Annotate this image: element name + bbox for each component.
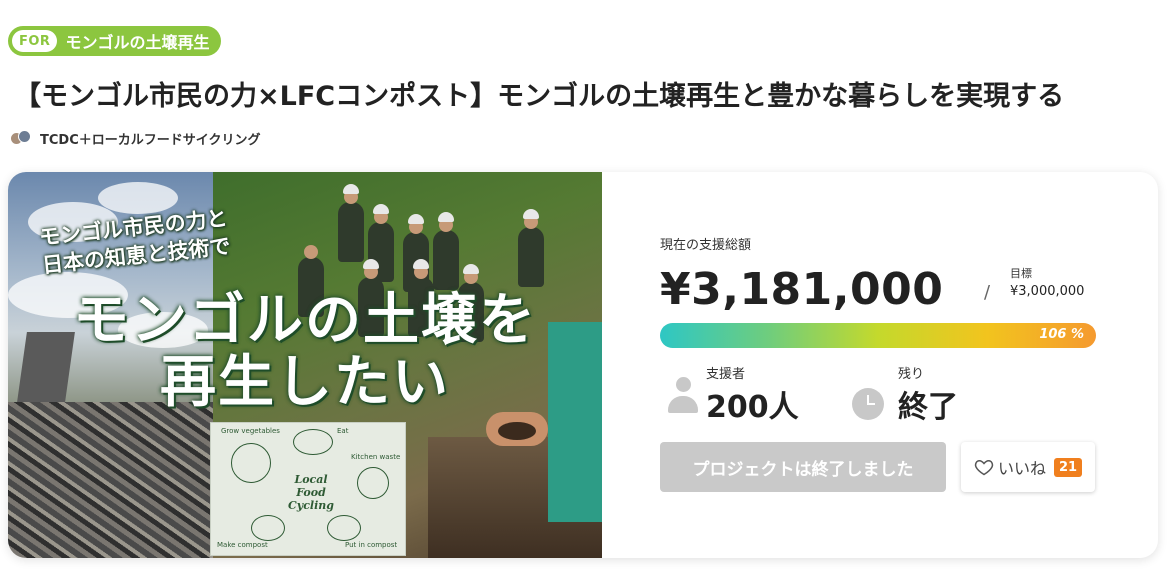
project-ended-button[interactable]: プロジェクトは終了しました [660,442,946,492]
goal-label: 目標 [1010,267,1032,280]
total-amount: ¥3,181,000 [660,264,944,315]
tag-category-label: モンゴルの土壌再生 [65,33,210,52]
supporters-value: 200人 [706,390,799,425]
remaining-value: 終了 [898,390,958,425]
diagram-label-eat: Eat [337,427,349,435]
goal-separator: / [984,282,991,303]
progress-fill [660,323,1096,348]
like-button[interactable]: いいね 21 [961,442,1095,492]
supporters-label: 支援者 [706,367,746,382]
hero-landfill [8,402,213,558]
diagram-label-kitchen: Kitchen waste [351,453,401,461]
clock-icon [852,388,884,420]
diagram-label-make: Make compost [217,541,268,549]
diagram-label-grow: Grow vegetables [221,427,280,435]
category-tag[interactable]: FOR モンゴルの土壌再生 [8,26,222,56]
funding-panel: 現在の支援総額 ¥3,181,000 / 目標 ¥3,000,000 106 %… [602,172,1158,558]
user-icon [668,377,698,413]
diagram-center-title: Local Food Cycling [288,473,334,512]
progress-percent: 106 % [1039,327,1084,342]
like-count-badge: 21 [1053,457,1083,477]
like-label: いいね [997,459,1046,478]
project-card: Grow vegetables Eat Kitchen waste Make c… [8,172,1158,558]
diagram-label-put: Put in compost [345,541,398,549]
hero-soil [498,422,536,440]
owner-name[interactable]: TCDC＋ローカルフードサイクリング [40,129,260,148]
hero-image: Grow vegetables Eat Kitchen waste Make c… [8,172,602,558]
hero-headline: モンゴルの土壌を 再生したい [73,288,537,415]
tag-for-label: FOR [12,30,58,52]
owner-avatar [10,128,32,148]
heart-icon [974,459,994,476]
food-cycle-diagram: Grow vegetables Eat Kitchen waste Make c… [210,422,406,556]
progress-bar: 106 % [660,323,1096,348]
goal-amount: ¥3,000,000 [1010,284,1085,299]
project-owner[interactable]: TCDC＋ローカルフードサイクリング [10,128,260,148]
total-label: 現在の支援総額 [660,238,752,253]
remaining-label: 残り [898,367,925,382]
project-title: 【モンゴル市民の力×LFCコンポスト】モンゴルの土壌再生と豊かな暮らしを実現する [14,81,1065,112]
